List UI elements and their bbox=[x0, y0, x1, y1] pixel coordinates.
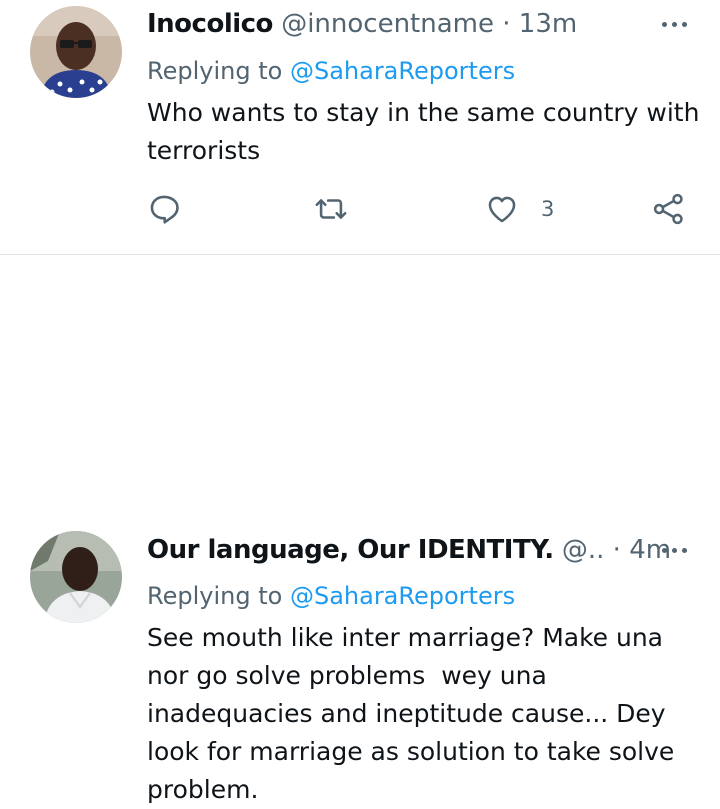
heart-icon bbox=[488, 196, 516, 223]
mention-link[interactable]: @SaharaReporters bbox=[290, 582, 515, 610]
retweet-icon bbox=[315, 199, 347, 219]
replying-to: Replying to @SaharaReporters bbox=[147, 56, 515, 86]
more-icon[interactable] bbox=[654, 540, 694, 560]
like-button[interactable]: 3 bbox=[485, 192, 554, 226]
display-name[interactable]: Inocolico bbox=[147, 9, 273, 39]
display-name[interactable]: Our language, Our IDENTITY. bbox=[147, 535, 554, 565]
tweet-text-line: Who wants to stay in the same country wi… bbox=[147, 98, 700, 127]
tweet[interactable]: Inocolico @innocentname · 13m Replying t… bbox=[0, 0, 720, 254]
mention-link[interactable]: @SaharaReporters bbox=[290, 57, 515, 85]
tweet-text-line: terrorists bbox=[147, 136, 261, 165]
tweet-text-line: See mouth like inter marriage? Make una bbox=[147, 623, 664, 652]
retweet-button[interactable] bbox=[314, 192, 348, 226]
avatar[interactable] bbox=[30, 6, 122, 98]
tweet[interactable]: Our language, Our IDENTITY. @.. · 4m Rep… bbox=[0, 254, 720, 804]
tweet-text: Who wants to stay in the same country wi… bbox=[147, 94, 707, 170]
tweet-header: Our language, Our IDENTITY. @.. · 4m bbox=[147, 535, 671, 565]
replying-to: Replying to @SaharaReporters bbox=[147, 581, 515, 611]
avatar[interactable] bbox=[30, 531, 122, 623]
share-icon bbox=[653, 193, 683, 225]
action-bar: 3 bbox=[0, 192, 720, 232]
tweet-text: See mouth like inter marriage? Make una … bbox=[147, 619, 707, 809]
tweet-text-line: inadequacies and ineptitude cause... Dey bbox=[147, 699, 666, 728]
timestamp[interactable]: 13m bbox=[519, 9, 577, 39]
like-count: 3 bbox=[541, 197, 555, 221]
separator: · bbox=[502, 9, 511, 39]
reply-button[interactable] bbox=[147, 192, 181, 226]
tweet-text-line: nor go solve problems wey una bbox=[147, 661, 547, 690]
share-button[interactable] bbox=[652, 192, 686, 226]
separator: · bbox=[612, 535, 621, 565]
tweet-text-line: problem. bbox=[147, 775, 259, 804]
reply-icon bbox=[150, 195, 179, 224]
tweet-text-line: look for marriage as solution to take so… bbox=[147, 737, 675, 766]
tweet-header: Inocolico @innocentname · 13m bbox=[147, 9, 577, 39]
more-icon[interactable] bbox=[654, 14, 694, 34]
user-handle[interactable]: @.. bbox=[562, 535, 605, 565]
replying-prefix: Replying to bbox=[147, 582, 283, 610]
replying-prefix: Replying to bbox=[147, 57, 283, 85]
user-handle[interactable]: @innocentname bbox=[281, 9, 494, 39]
